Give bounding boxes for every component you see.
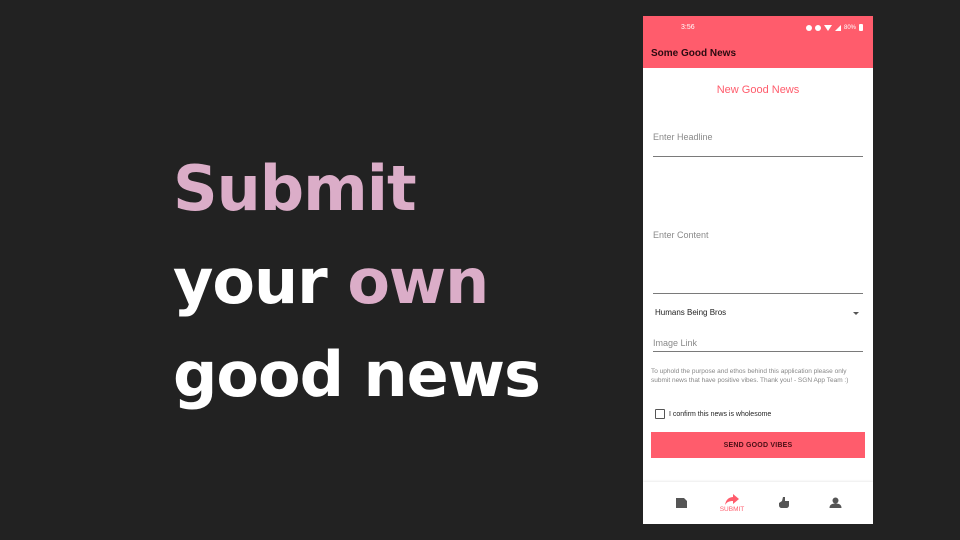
battery-percent: 80% [843, 24, 856, 31]
nav-item-submit[interactable]: SUBMIT [712, 482, 752, 524]
nav-item-news[interactable] [661, 482, 701, 524]
headline-placeholder: Enter Headline [653, 132, 713, 142]
slide-headline: Submit your own good news [173, 142, 541, 421]
category-dropdown[interactable]: Humans Being Bros [655, 308, 861, 322]
dropdown-arrow-icon [853, 312, 859, 315]
confirm-label: I confirm this news is wholesome [669, 410, 772, 418]
image-link-placeholder: Image Link [653, 338, 698, 348]
category-selected: Humans Being Bros [655, 308, 727, 317]
headline-line-3: good news [173, 338, 541, 411]
share-icon [725, 493, 739, 505]
content-placeholder: Enter Content [653, 230, 709, 240]
send-good-vibes-button[interactable]: SEND GOOD VIBES [651, 432, 865, 458]
phone-screen: 3:56 80% Some Good News New Good News En… [643, 16, 873, 524]
content-input[interactable]: Enter Content [653, 221, 863, 294]
status-time: 3:56 [681, 24, 695, 31]
status-icons: 80% [805, 24, 863, 31]
signal-icon [834, 24, 841, 31]
form-title: New Good News [716, 84, 800, 96]
disclaimer-text: To uphold the purpose and ethos behind t… [651, 368, 849, 384]
confirm-checkbox[interactable] [655, 409, 665, 419]
app-bar: 3:56 80% Some Good News [643, 16, 873, 68]
profile-icon [829, 497, 841, 508]
sync-icon [814, 24, 821, 31]
nav-item-profile[interactable] [815, 482, 855, 524]
headline-line-2: your own [173, 235, 540, 328]
wifi-icon [823, 24, 832, 31]
headline-input[interactable]: Enter Headline [653, 120, 863, 157]
headline-line-2-accent: own [347, 245, 489, 318]
bottom-navigation: SUBMIT [643, 482, 873, 524]
headline-line-1: Submit [173, 152, 417, 225]
nav-submit-label: SUBMIT [719, 505, 745, 513]
app-title: Some Good News [651, 48, 737, 59]
thumbs-up-icon [779, 497, 789, 508]
nav-item-like[interactable] [764, 482, 804, 524]
confirm-row[interactable]: I confirm this news is wholesome [655, 408, 771, 420]
image-link-input[interactable]: Image Link [653, 334, 863, 352]
headline-line-2-plain: your [173, 245, 348, 318]
battery-icon [859, 24, 863, 31]
news-icon [675, 498, 687, 508]
location-icon [805, 24, 812, 31]
